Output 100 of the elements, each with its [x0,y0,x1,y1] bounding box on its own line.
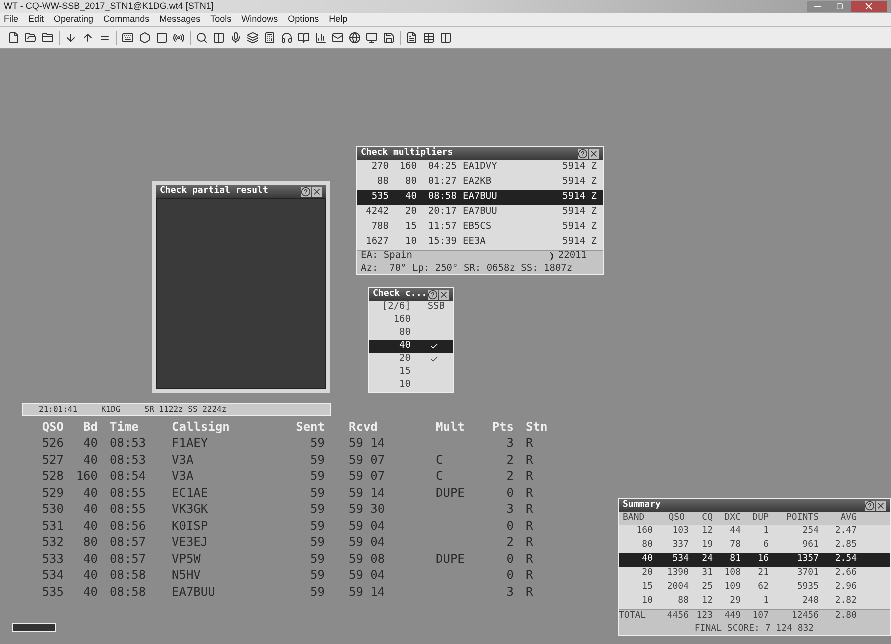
radio-icon[interactable] [173,32,185,44]
log-cell-text: R [525,435,534,452]
columns-icon[interactable] [213,32,225,44]
close-button[interactable] [312,186,322,196]
log-cell-text: 3 [506,584,514,600]
help-button[interactable] [301,186,311,196]
save-icon[interactable] [383,32,395,44]
menu-item[interactable]: Options [288,12,320,26]
band-row[interactable]: 80 [369,327,453,340]
log-cell-text: 0 [506,550,514,567]
summary-cell-text: 15 [641,581,653,594]
log-cell-text: 59 [310,567,325,584]
calculator-icon[interactable] [264,32,276,44]
band-row[interactable]: 40 [369,340,453,353]
column-header: Bd [82,419,98,435]
log-cell-text: 59 [310,550,325,567]
log-cell-text: 0 [506,518,514,534]
multiplier-row[interactable]: 88 80 01:27 EA2KB 5914 Z [357,175,603,190]
bar-chart-icon[interactable] [315,32,327,44]
menu-item[interactable]: Help [329,12,348,26]
menu-item[interactable]: Messages [160,12,201,26]
summary-cell-text: 1390 [666,567,689,580]
close-button[interactable] [439,290,449,300]
log-cell-text: F1AEY [171,435,210,452]
keyboard-icon[interactable] [122,32,134,44]
help-button[interactable] [428,290,438,300]
summary-cell-text: 40 [641,553,653,566]
globe-icon[interactable] [349,32,361,44]
arrow-down-icon[interactable] [65,32,77,44]
summary-row[interactable]: 15 2004 25 109 62 5935 2.96 [619,581,890,595]
summary-row[interactable]: 160 103 12 44 1 254 2.47 [619,525,890,539]
close-button[interactable] [851,1,887,12]
new-file-icon[interactable] [8,32,20,44]
menu-item[interactable]: Commands [104,12,150,26]
summary-row[interactable]: 10 88 12 29 1 248 2.82 [619,595,890,609]
log-cell-text: 59 [310,435,325,452]
square-icon[interactable] [156,32,168,44]
summary-cell-text: 160 [636,525,653,538]
band-row[interactable]: 160 [369,314,453,327]
summary-cell-text: 80 [641,539,653,552]
zone: 5914 Z [562,190,597,204]
summary-row[interactable]: 20 1390 31 108 21 3701 2.66 [619,567,890,581]
headphones-icon[interactable] [281,32,293,44]
summary-cell-text: 29 [729,595,741,608]
summary-cell-text: 1 [762,595,769,608]
help-button[interactable] [865,500,875,510]
close-button[interactable] [589,148,599,158]
log-cell-text: 40 [82,435,98,452]
monitor-icon[interactable] [366,32,378,44]
zone-number: 22011 [558,249,588,264]
menu-item[interactable]: Windows [242,12,278,26]
log-cell-text: 59 14 [348,584,386,600]
mail-icon[interactable] [332,32,344,44]
open-folder-icon[interactable] [25,32,37,44]
column-header: QSO [41,419,64,435]
multiplier-row[interactable]: 788 15 11:57 EB5CS 5914 Z [357,220,603,235]
panel-icon[interactable] [440,32,452,44]
multiplier-row[interactable]: 1627 10 15:39 EE3A 5914 Z [357,235,603,250]
minimize-button[interactable] [807,1,829,12]
band-row[interactable]: 15 [369,366,453,379]
log-cell-text: 2 [506,468,514,484]
log-cell-text: 08:53 [109,452,148,468]
microphone-icon[interactable] [230,32,242,44]
log-cell-text: 59 14 [348,435,386,452]
log-cell-text: 59 [310,584,325,600]
book-icon[interactable] [298,32,310,44]
band-label: 80 [404,175,417,190]
close-button[interactable] [876,500,886,510]
country: EA: Spain [361,249,412,264]
time: 04:25 [427,160,457,174]
document-icon[interactable] [406,32,418,44]
summary-cell-text: 961 [802,539,819,552]
menu-item[interactable]: Tools [210,12,232,26]
log-cell-text: 528 [41,468,64,484]
maximize-button[interactable] [829,1,851,12]
log-cell-text: 08:55 [109,501,148,518]
summary-row[interactable]: 40 534 24 81 16 1357 2.54 [619,553,890,567]
multiplier-row[interactable]: 4242 20 20:17 EA7BUU 5914 Z [357,205,603,220]
help-button[interactable] [578,148,588,158]
hexagon-icon[interactable] [139,32,151,44]
log-cell-text: C [435,452,444,468]
menu-item[interactable]: Edit [28,12,44,26]
table-icon[interactable] [423,32,435,44]
log-cell-text: 3 [506,435,514,452]
menu-item[interactable]: Operating [54,12,94,26]
arrow-up-icon[interactable] [82,32,94,44]
total-cell-text: 123 [696,610,713,623]
band-row[interactable]: 20 [369,353,453,366]
layers-icon[interactable] [247,32,259,44]
search-icon[interactable] [196,32,208,44]
log-cell-text: 59 14 [348,484,386,501]
summary-cell-text: 3701 [796,567,819,580]
multiplier-row[interactable]: 535 40 08:58 EA7BUU 5914 Z [357,190,603,205]
summary-row[interactable]: 80 337 19 78 6 961 2.85 [619,539,890,553]
multiplier-row[interactable]: 270 160 04:25 EA1DVY 5914 Z [357,160,603,175]
menu-item[interactable]: File [4,12,19,26]
log-cell-text: 80 [82,534,98,550]
band-row[interactable]: 10 [369,379,453,392]
log-cell-text: 529 [41,484,64,501]
folder-icon[interactable] [42,32,54,44]
